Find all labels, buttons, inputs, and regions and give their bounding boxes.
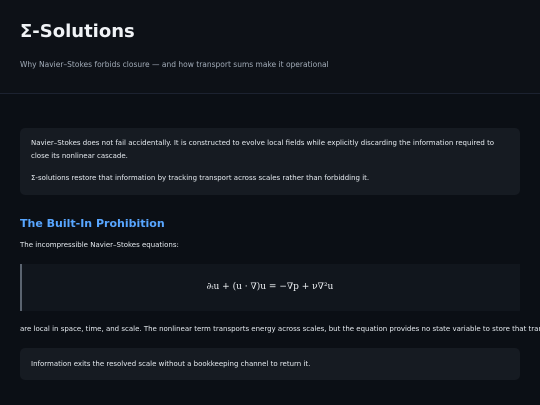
page-subtitle: Why Navier–Stokes forbids closure — and … — [20, 60, 329, 69]
equation-block: ∂ₜu + (u · ∇)u = −∇p + ν∇²u — [20, 264, 520, 311]
note-text: Information exits the resolved scale wit… — [31, 360, 311, 368]
navier-stokes-equation: ∂ₜu + (u · ∇)u = −∇p + ν∇²u — [206, 282, 334, 292]
section-title: The Built-In Prohibition — [20, 217, 165, 230]
page-header: Σ-Solutions Why Navier–Stokes forbids cl… — [0, 0, 540, 94]
note-card: Information exits the resolved scale wit… — [20, 348, 520, 380]
intro-paragraph: Navier–Stokes does not fail accidentally… — [31, 139, 495, 160]
intro-card: Navier–Stokes does not fail accidentally… — [20, 128, 520, 195]
intro-paragraph: Σ-solutions restore that information by … — [31, 174, 370, 182]
page-title: Σ-Solutions — [20, 21, 135, 42]
section-body: are local in space, time, and scale. The… — [20, 325, 540, 333]
section-lead: The incompressible Navier–Stokes equatio… — [20, 241, 179, 249]
